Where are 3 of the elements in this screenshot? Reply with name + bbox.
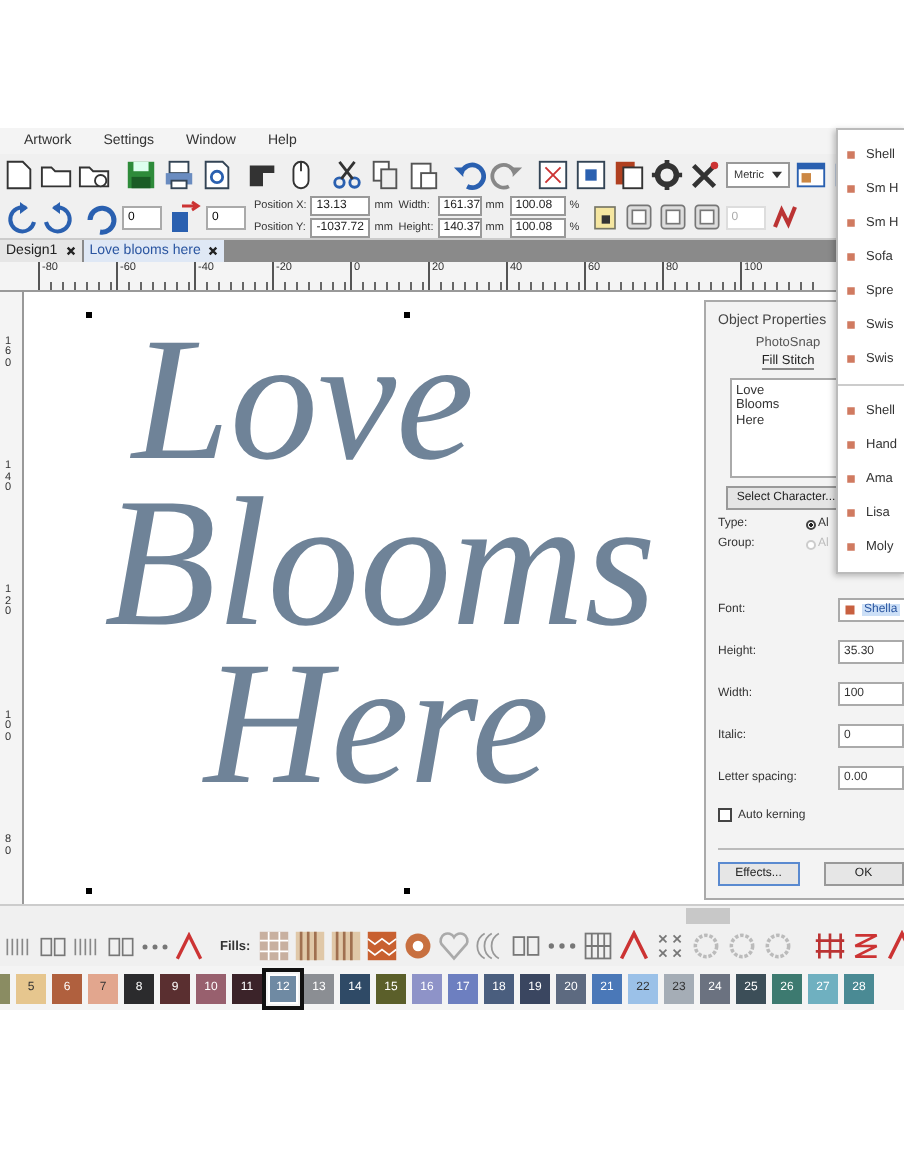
embroidered-text: Here	[204, 645, 550, 805]
embroidered-text: Love	[132, 322, 475, 481]
embroidered-text: Blooms	[104, 480, 656, 646]
